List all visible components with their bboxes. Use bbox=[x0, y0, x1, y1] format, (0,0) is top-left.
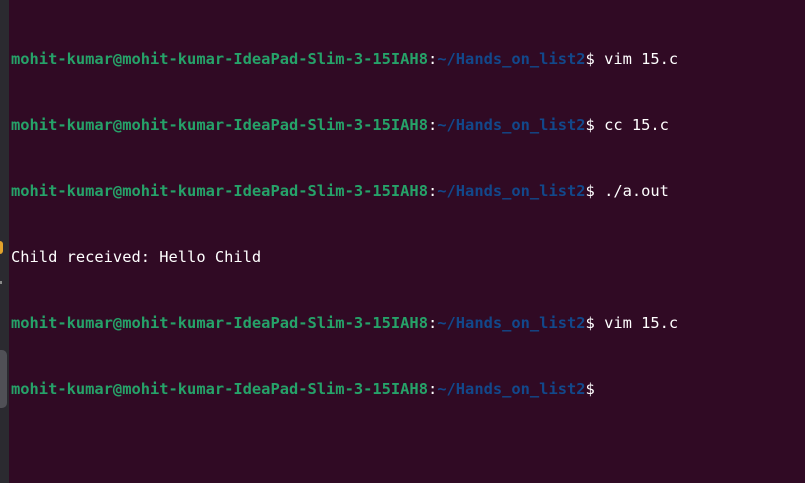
prompt-user-host: mohit-kumar@mohit-kumar-IdeaPad-Slim-3-1… bbox=[11, 380, 428, 398]
prompt-separator: : bbox=[427, 314, 438, 332]
command-text: vim 15.c bbox=[604, 314, 679, 332]
prompt-line: mohit-kumar@mohit-kumar-IdeaPad-Slim-3-1… bbox=[11, 48, 801, 70]
prompt-path: ~/Hands_on_list2 bbox=[437, 380, 586, 398]
prompt-symbol: $ bbox=[585, 380, 595, 398]
prompt-separator: : bbox=[427, 116, 438, 134]
command-text: ./a.out bbox=[604, 182, 669, 200]
running-app-indicator bbox=[0, 241, 3, 254]
prompt-separator: : bbox=[427, 380, 438, 398]
prompt-path: ~/Hands_on_list2 bbox=[437, 50, 586, 68]
output-line: Child received: Hello Child bbox=[11, 246, 801, 268]
dock-edge bbox=[0, 0, 9, 483]
prompt-path: ~/Hands_on_list2 bbox=[437, 182, 586, 200]
prompt-line[interactable]: mohit-kumar@mohit-kumar-IdeaPad-Slim-3-1… bbox=[11, 378, 801, 400]
prompt-symbol: $ bbox=[585, 314, 605, 332]
prompt-path: ~/Hands_on_list2 bbox=[437, 314, 586, 332]
prompt-symbol: $ bbox=[585, 50, 605, 68]
terminal-window[interactable]: mohit-kumar@mohit-kumar-IdeaPad-Slim-3-1… bbox=[0, 0, 805, 483]
command-text: cc 15.c bbox=[604, 116, 669, 134]
prompt-user-host: mohit-kumar@mohit-kumar-IdeaPad-Slim-3-1… bbox=[11, 116, 428, 134]
prompt-path: ~/Hands_on_list2 bbox=[437, 116, 586, 134]
prompt-line: mohit-kumar@mohit-kumar-IdeaPad-Slim-3-1… bbox=[11, 114, 801, 136]
dock-divider bbox=[0, 281, 2, 284]
prompt-line: mohit-kumar@mohit-kumar-IdeaPad-Slim-3-1… bbox=[11, 180, 801, 202]
dock-scroll-handle[interactable] bbox=[0, 350, 7, 408]
prompt-user-host: mohit-kumar@mohit-kumar-IdeaPad-Slim-3-1… bbox=[11, 50, 428, 68]
program-output: Child received: Hello Child bbox=[11, 248, 262, 266]
prompt-line: mohit-kumar@mohit-kumar-IdeaPad-Slim-3-1… bbox=[11, 312, 801, 334]
prompt-symbol: $ bbox=[585, 182, 605, 200]
prompt-separator: : bbox=[427, 182, 438, 200]
prompt-user-host: mohit-kumar@mohit-kumar-IdeaPad-Slim-3-1… bbox=[11, 314, 428, 332]
prompt-symbol: $ bbox=[585, 116, 605, 134]
command-text: vim 15.c bbox=[604, 50, 679, 68]
prompt-separator: : bbox=[427, 50, 438, 68]
terminal-output[interactable]: mohit-kumar@mohit-kumar-IdeaPad-Slim-3-1… bbox=[11, 4, 801, 444]
prompt-user-host: mohit-kumar@mohit-kumar-IdeaPad-Slim-3-1… bbox=[11, 182, 428, 200]
